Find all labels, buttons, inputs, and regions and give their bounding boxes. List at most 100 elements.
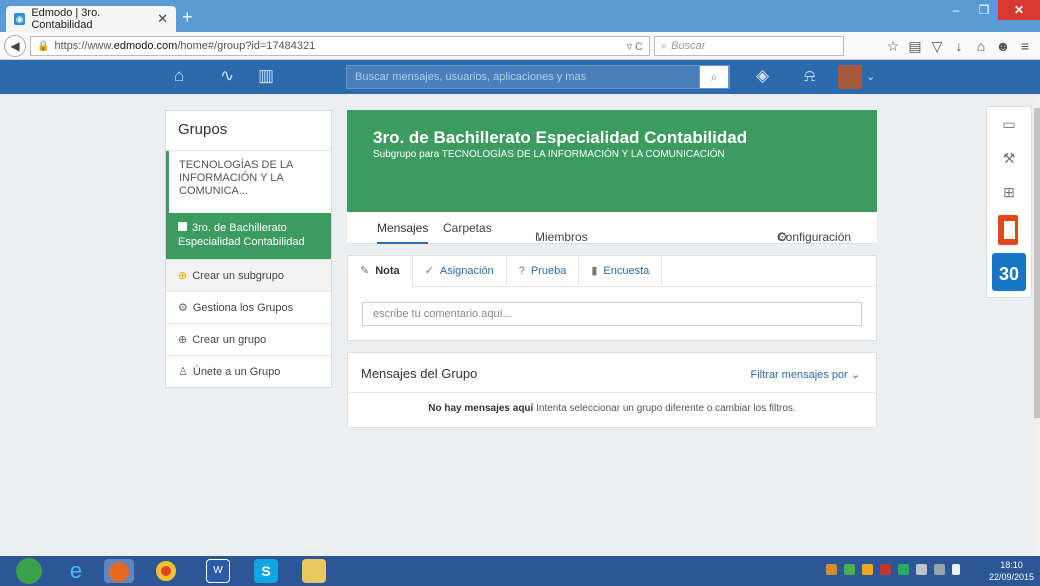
clock-time: 18:10 bbox=[1000, 560, 1023, 570]
notifications-bell-icon[interactable]: ⍾ bbox=[804, 66, 815, 86]
group-header: 3ro. de Bachillerato Especialidad Contab… bbox=[347, 110, 877, 212]
clock-date: 22/09/2015 bbox=[988, 572, 1034, 582]
search-icon[interactable]: ⌕ bbox=[699, 65, 729, 89]
compose-tabs: ✎ Nota ✓ Asignación ? Prueba ▮ Encuesta bbox=[348, 256, 876, 287]
browser-search-placeholder: Buscar bbox=[671, 40, 706, 52]
group-messages-card: Mensajes del Grupo Filtrar mensajes por … bbox=[347, 352, 877, 428]
comment-placeholder: escribe tu comentario aquí... bbox=[373, 308, 512, 320]
compose-tab-quiz[interactable]: ? Prueba bbox=[507, 256, 580, 287]
edmodo-search-input[interactable]: Buscar mensajes, usuarios, aplicaciones … bbox=[346, 65, 730, 89]
menu-icon[interactable]: ≡ bbox=[1014, 36, 1036, 56]
browser-toolbar: ☆ ▤ ▽ ↓ ⌂ ☻ ≡ bbox=[882, 36, 1036, 56]
firefox-icon[interactable] bbox=[104, 559, 134, 583]
minimize-icon[interactable]: – bbox=[942, 0, 970, 20]
join-group-link[interactable]: ♙ Únete a un Grupo bbox=[166, 355, 331, 387]
apps-grid-icon[interactable]: ⊞ bbox=[987, 175, 1031, 209]
system-tray bbox=[826, 564, 960, 575]
filter-label: Filtrar mensajes por bbox=[750, 369, 848, 381]
new-tab-button[interactable]: + bbox=[182, 7, 193, 28]
wrench-icon[interactable]: ⚒ bbox=[987, 141, 1031, 175]
home-icon[interactable]: ⌂ bbox=[174, 66, 184, 86]
tab-close-icon[interactable]: ✕ bbox=[157, 11, 168, 27]
browser-tab[interactable]: ◉ Edmodo | 3ro. Contabilidad ✕ bbox=[6, 6, 176, 32]
subgroup-item[interactable]: 3ro. de Bachillerato Especialidad Contab… bbox=[166, 213, 331, 259]
url-prefix: https://www. bbox=[54, 40, 114, 52]
tab-title: Edmodo | 3ro. Contabilidad bbox=[31, 7, 101, 31]
parent-group-link[interactable]: TECNOLOGÍAS DE LA INFORMACIÓN Y LA COMUN… bbox=[166, 151, 331, 213]
note-edit-icon: ✎ bbox=[360, 265, 370, 277]
create-subgroup-link[interactable]: ⊕ Crear un subgrupo bbox=[166, 259, 331, 291]
tray-app-icon[interactable] bbox=[880, 564, 891, 575]
tray-app-icon[interactable] bbox=[862, 564, 873, 575]
tray-app-icon[interactable] bbox=[844, 564, 855, 575]
word-icon[interactable]: W bbox=[206, 559, 230, 583]
tab-miembros-label: Miembros bbox=[535, 230, 588, 244]
browser-nav-bar: ◀ 🔒 https://www. edmodo.com/home#/group?i… bbox=[0, 32, 1040, 60]
compose-tab-note[interactable]: ✎ Nota bbox=[348, 256, 413, 287]
flag-icon[interactable] bbox=[934, 564, 945, 575]
scrollbar-thumb[interactable] bbox=[1034, 108, 1040, 418]
compose-tab-poll[interactable]: ▮ Encuesta bbox=[579, 256, 663, 287]
browser-search-input[interactable]: ⌕ Buscar bbox=[654, 36, 844, 56]
manage-groups-link[interactable]: ⚙ Gestiona los Grupos bbox=[166, 291, 331, 323]
compose-card: ✎ Nota ✓ Asignación ? Prueba ▮ Encuesta escr… bbox=[347, 255, 877, 341]
reading-list-icon[interactable]: ▤ bbox=[904, 36, 926, 56]
office-icon[interactable] bbox=[991, 211, 1027, 249]
plus-circle-icon: ⊕ bbox=[178, 270, 188, 282]
check-circle-icon: ✓ bbox=[424, 265, 434, 277]
note-label: Nota bbox=[375, 265, 400, 277]
tab-carpetas[interactable]: Carpetas bbox=[443, 221, 492, 235]
chevron-down-icon: ⌄ bbox=[850, 369, 860, 381]
quiz-label: Prueba bbox=[530, 265, 567, 277]
bar-chart-icon: ▮ bbox=[591, 265, 598, 277]
join-group-label: Únete a un Grupo bbox=[192, 366, 281, 378]
home-icon[interactable]: ⌂ bbox=[970, 36, 992, 56]
bookmark-star-icon[interactable]: ☆ bbox=[882, 36, 904, 56]
chat-icon[interactable]: ☻ bbox=[992, 36, 1014, 56]
backpack-icon[interactable]: ◈ bbox=[756, 66, 769, 86]
download-icon[interactable]: ↓ bbox=[948, 36, 970, 56]
empty-bold: No hay mensajes aquí bbox=[428, 403, 534, 414]
avatar[interactable] bbox=[838, 65, 862, 89]
url-bar[interactable]: 🔒 https://www. edmodo.com/home#/group?id=… bbox=[30, 36, 650, 56]
window-controls: – ❐ ✕ bbox=[942, 0, 1040, 20]
groups-panel: Grupos TECNOLOGÍAS DE LA INFORMACIÓN Y L… bbox=[165, 110, 332, 388]
page-scrollbar[interactable] bbox=[1034, 94, 1040, 556]
tray-app-icon[interactable] bbox=[898, 564, 909, 575]
skype-icon[interactable]: S bbox=[254, 559, 278, 583]
edmodo-favicon-icon: ◉ bbox=[14, 13, 26, 25]
library-book-icon[interactable]: ▥ bbox=[258, 66, 274, 86]
lock-icon: 🔒 bbox=[37, 40, 50, 52]
window-close-icon[interactable]: ✕ bbox=[998, 0, 1040, 20]
poll-label: Encuesta bbox=[603, 265, 650, 277]
group-tabs: Mensajes Carpetas Miembros 1 ⚙ Configurac… bbox=[347, 212, 877, 244]
pocket-icon[interactable]: ▽ bbox=[926, 36, 948, 56]
compose-tab-assignment[interactable]: ✓ Asignación bbox=[413, 256, 507, 287]
chevron-down-icon[interactable]: ⌄ bbox=[866, 70, 875, 83]
create-group-label: Crear un grupo bbox=[192, 334, 267, 346]
network-icon[interactable] bbox=[916, 564, 927, 575]
groups-title: Grupos bbox=[166, 111, 331, 151]
tab-mensajes[interactable]: Mensajes bbox=[377, 221, 429, 244]
store-icon[interactable]: ▭ bbox=[987, 107, 1031, 141]
reload-icon[interactable]: ▿ C bbox=[626, 40, 643, 53]
clock[interactable]: 18:10 22/09/2015 bbox=[989, 559, 1034, 583]
volume-icon[interactable] bbox=[952, 564, 960, 575]
file-explorer-icon[interactable] bbox=[302, 559, 326, 583]
calendar-icon[interactable]: 30 bbox=[992, 253, 1026, 291]
url-path: /home#/group?id=17484321 bbox=[177, 40, 316, 52]
back-arrow-icon[interactable]: ◀ bbox=[4, 34, 26, 57]
assignment-label: Asignación bbox=[439, 265, 494, 277]
tray-app-icon[interactable] bbox=[826, 564, 837, 575]
internet-explorer-icon[interactable]: e bbox=[64, 559, 88, 583]
comment-input[interactable]: escribe tu comentario aquí... bbox=[362, 302, 862, 326]
edmodo-search-placeholder: Buscar mensajes, usuarios, aplicaciones … bbox=[355, 71, 587, 83]
chrome-icon[interactable] bbox=[154, 559, 178, 583]
group-square-icon bbox=[178, 222, 187, 231]
activity-icon[interactable]: ∿ bbox=[220, 66, 234, 86]
start-button-icon[interactable] bbox=[16, 558, 42, 584]
restore-icon[interactable]: ❐ bbox=[970, 0, 998, 20]
filter-messages-dropdown[interactable]: Filtrar mensajes por ⌄ bbox=[751, 368, 860, 381]
search-icon: ⌕ bbox=[661, 39, 668, 52]
create-group-link[interactable]: ⊕ Crear un grupo bbox=[166, 323, 331, 355]
